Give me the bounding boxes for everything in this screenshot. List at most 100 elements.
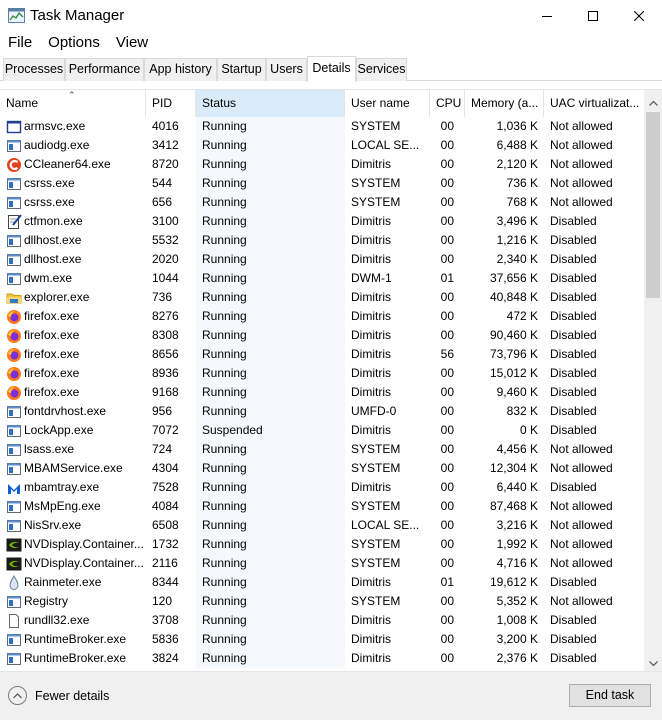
process-memory: 19,612 K bbox=[489, 575, 538, 589]
process-status: Suspended bbox=[202, 423, 263, 437]
process-name: firefox.exe bbox=[24, 328, 80, 342]
tab-performance[interactable]: Performance bbox=[65, 58, 144, 81]
process-cpu: 00 bbox=[440, 480, 454, 494]
table-row[interactable]: rundll32.exe 3708 Running Dimitris 00 1,008 K… bbox=[0, 611, 644, 630]
close-button[interactable] bbox=[616, 0, 662, 32]
process-uac: Not allowed bbox=[550, 195, 613, 209]
table-row[interactable]: dllhost.exe 5532 Running Dimitris 00 1,216 K D… bbox=[0, 231, 644, 250]
system-process-icon bbox=[6, 176, 22, 192]
details-grid: ⌃ Name PID Status User name CPU Memory (… bbox=[0, 89, 662, 671]
process-status: Running bbox=[202, 138, 247, 152]
table-row[interactable]: explorer.exe 736 Running Dimitris 00 40,848 K… bbox=[0, 288, 644, 307]
process-memory: 1,216 K bbox=[496, 233, 538, 247]
column-header-status[interactable]: Status bbox=[196, 90, 345, 117]
process-cpu: 00 bbox=[440, 556, 454, 570]
table-row[interactable]: RuntimeBroker.exe 5836 Running Dimitris 00 3,… bbox=[0, 630, 644, 649]
process-user: SYSTEM bbox=[351, 195, 401, 209]
menu-view[interactable]: View bbox=[108, 32, 156, 54]
tab-startup[interactable]: Startup bbox=[217, 58, 266, 81]
scroll-down-button[interactable] bbox=[644, 655, 662, 671]
process-pid: 120 bbox=[152, 594, 173, 608]
table-row[interactable]: dwm.exe 1044 Running DWM-1 01 37,656 K Disable… bbox=[0, 269, 644, 288]
tab-users[interactable]: Users bbox=[266, 58, 307, 81]
table-row[interactable]: Registry 120 Running SYSTEM 00 5,352 K Not all… bbox=[0, 592, 644, 611]
table-row[interactable]: CCleaner64.exe 8720 Running Dimitris 00 2,120… bbox=[0, 155, 644, 174]
minimize-button[interactable] bbox=[524, 0, 570, 32]
table-row[interactable]: LockApp.exe 7072 Suspended Dimitris 00 0 K Dis… bbox=[0, 421, 644, 440]
process-uac: Not allowed bbox=[550, 537, 613, 551]
menu-options[interactable]: Options bbox=[40, 32, 108, 54]
table-row[interactable]: csrss.exe 544 Running SYSTEM 00 736 K Not allo… bbox=[0, 174, 644, 193]
system-process-icon bbox=[6, 233, 22, 249]
nvidia-icon bbox=[6, 537, 22, 553]
chevron-up-icon bbox=[13, 692, 22, 698]
table-row[interactable]: MsMpEng.exe 4084 Running SYSTEM 00 87,468 K No… bbox=[0, 497, 644, 516]
table-row[interactable]: audiodg.exe 3412 Running LOCAL SE... 00 6,488… bbox=[0, 136, 644, 155]
table-row[interactable]: firefox.exe 8656 Running Dimitris 56 73,796 K… bbox=[0, 345, 644, 364]
column-header-user-name[interactable]: User name bbox=[345, 90, 430, 117]
column-header-uac[interactable]: UAC virtualizat... bbox=[544, 90, 644, 117]
table-row[interactable]: NisSrv.exe 6508 Running LOCAL SE... 00 3,216 … bbox=[0, 516, 644, 535]
tab-app-history[interactable]: App history bbox=[144, 58, 217, 81]
process-pid: 5836 bbox=[152, 632, 179, 646]
column-header-pid[interactable]: PID bbox=[146, 90, 196, 117]
scroll-up-button[interactable] bbox=[644, 94, 662, 111]
process-name: Rainmeter.exe bbox=[24, 575, 102, 589]
fewer-details-toggle[interactable]: Fewer details bbox=[8, 686, 109, 705]
process-memory: 12,304 K bbox=[489, 461, 538, 475]
process-pid: 8276 bbox=[152, 309, 179, 323]
table-row[interactable]: NVDisplay.Container... 2116 Running SYSTEM 0… bbox=[0, 554, 644, 573]
table-row[interactable]: mbamtray.exe 7528 Running Dimitris 00 6,440 K… bbox=[0, 478, 644, 497]
table-row[interactable]: ctfmon.exe 3100 Running Dimitris 00 3,496 K Di… bbox=[0, 212, 644, 231]
table-row[interactable]: firefox.exe 8276 Running Dimitris 00 472 K Dis… bbox=[0, 307, 644, 326]
vertical-scrollbar[interactable] bbox=[644, 90, 662, 671]
blank-document-icon bbox=[6, 613, 22, 629]
table-row[interactable]: NVDisplay.Container... 1732 Running SYSTEM 0… bbox=[0, 535, 644, 554]
end-task-button[interactable]: End task bbox=[569, 684, 651, 707]
ccleaner-icon bbox=[6, 157, 22, 173]
table-row[interactable]: firefox.exe 8308 Running Dimitris 00 90,460 K… bbox=[0, 326, 644, 345]
process-uac: Disabled bbox=[550, 233, 597, 247]
process-cpu: 00 bbox=[440, 594, 454, 608]
title-bar: Task Manager bbox=[0, 0, 662, 32]
column-header-memory[interactable]: Memory (a... bbox=[465, 90, 544, 117]
table-row[interactable]: lsass.exe 724 Running SYSTEM 00 4,456 K Not al… bbox=[0, 440, 644, 459]
table-row[interactable]: RuntimeBroker.exe 3824 Running Dimitris 00 2,… bbox=[0, 649, 644, 668]
process-uac: Disabled bbox=[550, 575, 597, 589]
table-row[interactable]: firefox.exe 9168 Running Dimitris 00 9,460 K D… bbox=[0, 383, 644, 402]
process-pid: 736 bbox=[152, 290, 173, 304]
process-memory: 472 K bbox=[506, 309, 538, 323]
tab-services[interactable]: Services bbox=[356, 58, 407, 81]
process-name: firefox.exe bbox=[24, 309, 80, 323]
table-row[interactable]: Rainmeter.exe 8344 Running Dimitris 01 19,612… bbox=[0, 573, 644, 592]
process-pid: 5532 bbox=[152, 233, 179, 247]
process-user: Dimitris bbox=[351, 309, 391, 323]
system-process-icon bbox=[6, 518, 22, 534]
table-row[interactable]: csrss.exe 656 Running SYSTEM 00 768 K Not allo… bbox=[0, 193, 644, 212]
scrollbar-thumb[interactable] bbox=[646, 112, 660, 298]
process-status: Running bbox=[202, 556, 247, 570]
process-pid: 2116 bbox=[152, 556, 178, 570]
process-user: Dimitris bbox=[351, 233, 391, 247]
column-header-cpu[interactable]: CPU bbox=[430, 90, 465, 117]
table-row[interactable]: dllhost.exe 2020 Running Dimitris 00 2,340 K D… bbox=[0, 250, 644, 269]
process-cpu: 00 bbox=[440, 214, 454, 228]
process-cpu: 00 bbox=[440, 328, 454, 342]
tab-details[interactable]: Details bbox=[307, 56, 356, 82]
table-row[interactable]: fontdrvhost.exe 956 Running UMFD-0 00 832 K Di… bbox=[0, 402, 644, 421]
process-user: SYSTEM bbox=[351, 461, 401, 475]
process-status: Running bbox=[202, 404, 247, 418]
column-header-row: ⌃ Name PID Status User name CPU Memory (… bbox=[0, 90, 644, 117]
table-row[interactable]: MBAMService.exe 4304 Running SYSTEM 00 12,304… bbox=[0, 459, 644, 478]
process-list: armsvc.exe 4016 Running SYSTEM 00 1,036 K Not … bbox=[0, 117, 644, 668]
process-uac: Not allowed bbox=[550, 176, 613, 190]
table-row[interactable]: firefox.exe 8936 Running Dimitris 00 15,012 K… bbox=[0, 364, 644, 383]
fewer-details-label[interactable]: Fewer details bbox=[35, 689, 109, 703]
process-uac: Not allowed bbox=[550, 594, 613, 608]
maximize-button[interactable] bbox=[570, 0, 616, 32]
column-header-name[interactable]: Name bbox=[0, 90, 146, 117]
menu-file[interactable]: File bbox=[0, 32, 40, 54]
table-row[interactable]: armsvc.exe 4016 Running SYSTEM 00 1,036 K Not … bbox=[0, 117, 644, 136]
tab-processes[interactable]: Processes bbox=[3, 58, 65, 81]
process-status: Running bbox=[202, 252, 247, 266]
